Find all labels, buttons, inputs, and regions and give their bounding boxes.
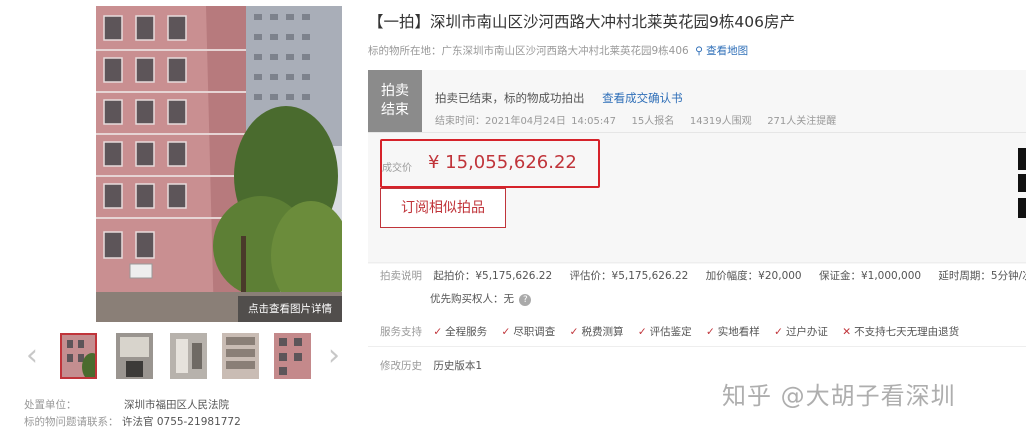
thumbnail-image (170, 333, 207, 379)
service-item: ✓ 评估鉴定 (637, 326, 692, 338)
edge-mark (1018, 198, 1026, 218)
thumbnail-image (222, 333, 259, 379)
service-item: ✓ 实地看样 (705, 326, 760, 338)
thumbnail-1[interactable] (60, 333, 97, 379)
main-property-photo[interactable]: 点击查看图片详情 (96, 6, 342, 322)
panel-divider (368, 132, 1026, 133)
view-count: 14319人围观 (689, 116, 752, 127)
subscribe-similar-button[interactable]: 订阅相似拍品 (380, 188, 506, 228)
building-photo-image (96, 6, 342, 322)
contact-label: 标的物问题请联系： (24, 416, 119, 428)
auction-ended-badge: 拍卖 结束 (368, 70, 422, 132)
view-photo-details-caption[interactable]: 点击查看图片详情 (238, 296, 342, 322)
history-label: 修改历史 (380, 360, 422, 372)
row-separator (368, 262, 1026, 263)
badge-line-2: 结束 (381, 102, 409, 118)
check-icon: ✓ (569, 326, 579, 338)
delay-period: 延时周期：5分钟/次 (938, 270, 1026, 282)
next-thumbnail-arrow-icon[interactable]: › (324, 341, 344, 373)
contact-line: 标的物问题请联系： 许法官 0755-21981772 (24, 414, 241, 429)
check-icon: ✓ (705, 326, 715, 338)
thumbnail-3[interactable] (170, 333, 207, 379)
auction-info-row: 拍卖说明 起拍价：¥5,175,626.22 评估价：¥5,175,626.22… (380, 268, 1026, 283)
service-item: ✓ 过户办证 (774, 326, 828, 338)
prev-thumbnail-arrow-icon[interactable]: ‹ (22, 341, 42, 373)
priority-buyer-row: 优先购买权人：无 ? (430, 291, 532, 306)
check-icon: ✓ (774, 326, 783, 338)
thumbnail-image (116, 333, 153, 379)
row-separator (368, 346, 1026, 347)
bid-increment: 加价幅度：¥20,000 (705, 270, 802, 282)
thumbnail-4[interactable] (222, 333, 259, 379)
edge-mark (1018, 174, 1026, 192)
service-support-label: 服务支持 (380, 326, 422, 338)
history-version-link[interactable]: 历史版本1 (433, 360, 482, 372)
service-item: ✓ 全程服务 (433, 326, 488, 338)
deposit: 保证金：¥1,000,000 (818, 270, 922, 282)
view-confirmation-link[interactable]: 查看成交确认书 (602, 91, 683, 105)
end-time: 结束时间：2021年04月24日 14:05:47 (435, 116, 616, 127)
service-item: ✓ 税费测算 (569, 326, 624, 338)
check-icon: ✓ (637, 326, 647, 338)
priority-buyer: 优先购买权人：无 (430, 293, 514, 305)
status-meta-line: 结束时间：2021年04月24日 14:05:47 15人报名 14319人围观… (435, 112, 836, 127)
disposal-unit-label: 处置单位： (24, 399, 77, 411)
help-icon[interactable]: ? (519, 294, 532, 306)
follower-count: 271人关注提醒 (767, 116, 837, 127)
page-title: 【一拍】深圳市南山区沙河西路大冲村北莱英花园9栋406房产 (368, 13, 795, 31)
status-message-line: 拍卖已结束，标的物成功拍出 查看成交确认书 (435, 90, 683, 106)
thumbnail-2[interactable] (116, 333, 153, 379)
disposal-unit-line: 处置单位： 深圳市福田区人民法院 (24, 397, 229, 412)
location-text: 标的物所在地：广东深圳市南山区沙河西路大冲村北莱英花园9栋406 (368, 45, 689, 57)
badge-line-1: 拍卖 (381, 83, 409, 99)
cross-icon: ✕ (842, 326, 852, 338)
view-map-link[interactable]: 查看地图 (706, 45, 748, 57)
status-message: 拍卖已结束，标的物成功拍出 (435, 91, 585, 105)
history-row: 修改历史 历史版本1 (380, 358, 482, 373)
signup-count: 15人报名 (631, 116, 675, 127)
start-price: 起拍价：¥5,175,626.22 (433, 270, 553, 282)
auction-info-label: 拍卖说明 (380, 270, 422, 282)
service-item: ✓ 尽职调查 (501, 326, 556, 338)
thumbnail-strip: ‹ › (22, 333, 344, 381)
price-highlight-box (380, 139, 600, 188)
watermark-text: 知乎 @大胡子看深圳 (722, 382, 956, 410)
contact-value: 许法官 0755-21981772 (122, 416, 241, 428)
location-pin-icon: ⚲ (695, 45, 703, 57)
appraisal-price: 评估价：¥5,175,626.22 (569, 270, 689, 282)
disposal-unit-value: 深圳市福田区人民法院 (124, 399, 229, 411)
service-excluded: ✕ 不支持七天无理由退货 (842, 326, 960, 338)
thumbnail-5[interactable] (274, 333, 311, 379)
check-icon: ✓ (433, 326, 443, 338)
thumbnail-image (62, 335, 95, 377)
service-support-row: 服务支持 ✓ 全程服务 ✓ 尽职调查 ✓ 税费测算 ✓ 评估鉴定 ✓ 实地看样 ✓ 过户办证… (380, 324, 970, 339)
check-icon: ✓ (501, 326, 511, 338)
edge-mark (1018, 148, 1026, 170)
thumbnail-image (274, 333, 311, 379)
location-line: 标的物所在地：广东深圳市南山区沙河西路大冲村北莱英花园9栋406 ⚲ 查看地图 (368, 43, 748, 58)
